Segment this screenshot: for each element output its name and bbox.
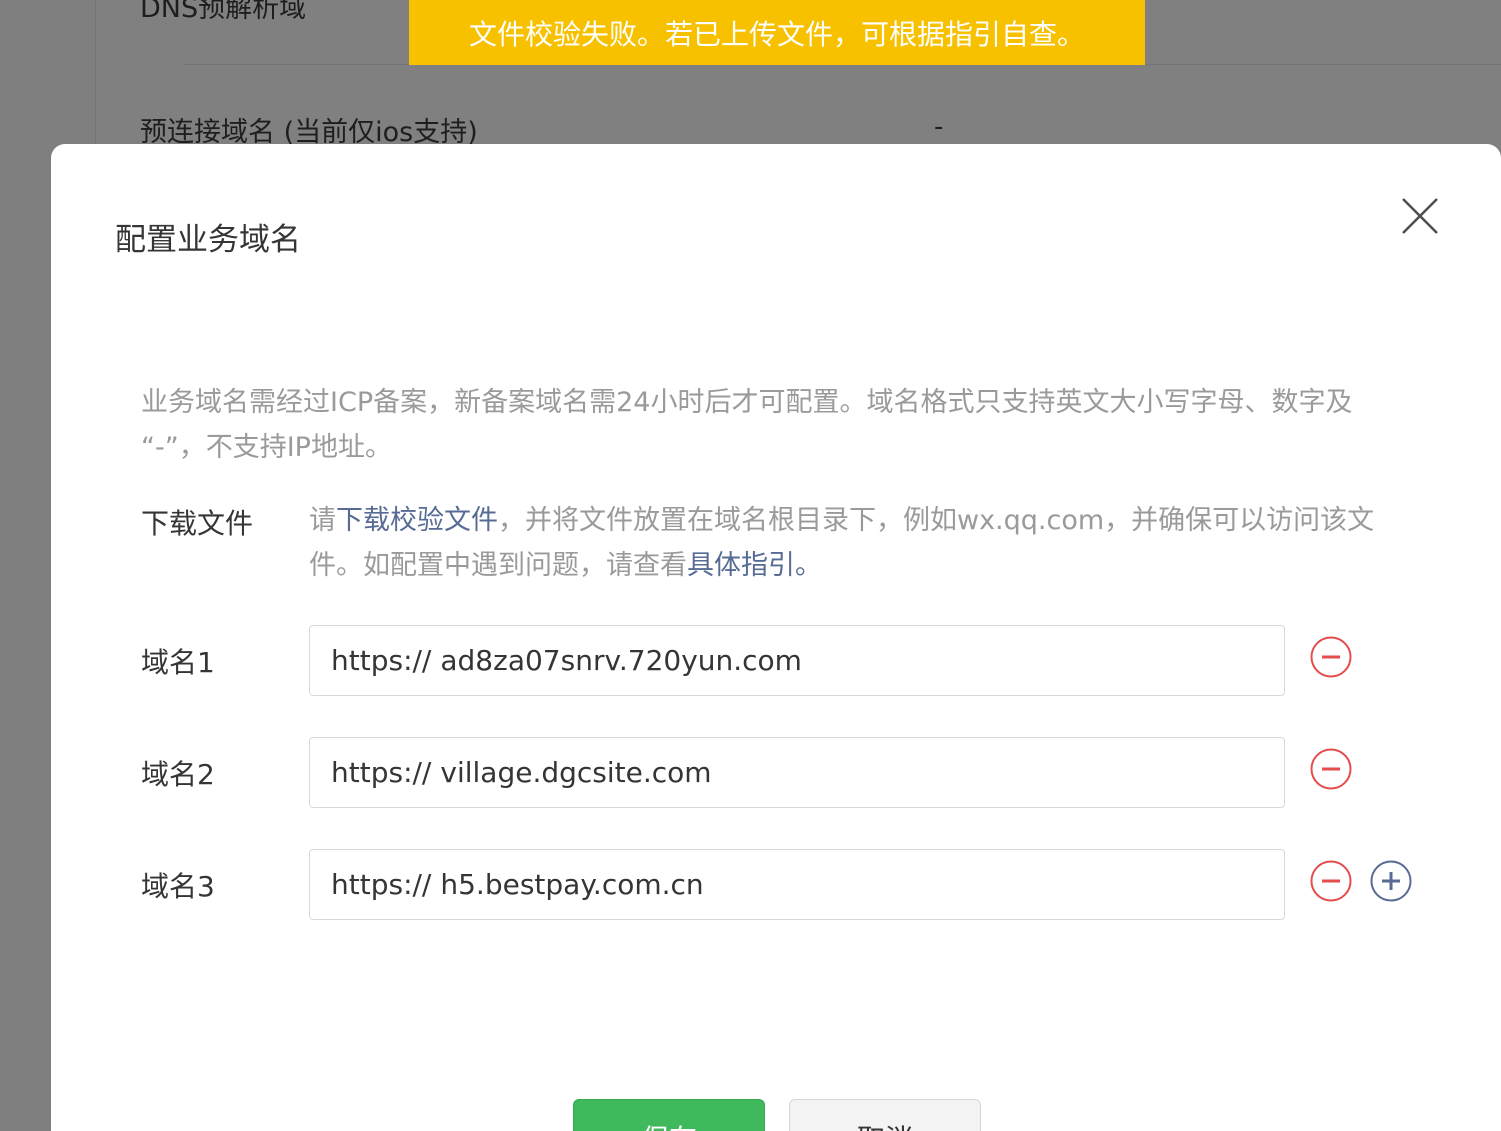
download-text-1: 请 [309,505,336,536]
domain-3-input[interactable] [440,868,1241,901]
domain-notice: 业务域名需经过ICP备案，新备案域名需24小时后才可配置。域名格式只支持英文大小… [141,387,1353,463]
close-icon[interactable] [1400,196,1440,236]
minus-circle-icon[interactable] [1310,748,1352,790]
bg-dns-label: DNS预解析域 [140,0,307,24]
toast-message: 文件校验失败。若已上传文件，可根据指引自查。 [468,17,1085,51]
download-label: 下载文件 [141,507,254,540]
domain-1-field[interactable]: https:// [309,625,1285,696]
dialog-title: 配置业务域名 [115,222,301,258]
cancel-button[interactable]: 取消 [789,1099,981,1131]
domain-3-field[interactable]: https:// [309,849,1285,920]
domain-2-prefix: https:// [331,756,432,789]
domain-3-label: 域名3 [141,870,215,903]
domain-1-prefix: https:// [331,644,432,677]
save-button[interactable]: 保存 [573,1099,765,1131]
download-verify-file-link[interactable]: 下载校验文件 [336,505,498,536]
domain-1-label: 域名1 [141,646,215,679]
bg-preconnect-value: - [934,112,944,142]
domain-1-input[interactable] [440,644,1241,677]
guide-link[interactable]: 具体指引。 [687,550,822,581]
plus-circle-icon[interactable] [1370,860,1412,902]
domain-2-input[interactable] [440,756,1241,789]
error-toast: 文件校验失败。若已上传文件，可根据指引自查。 [409,0,1145,65]
minus-circle-icon[interactable] [1310,860,1352,902]
download-description: 请下载校验文件，并将文件放置在域名根目录下，例如wx.qq.com，并确保可以访… [309,498,1419,588]
minus-circle-icon[interactable] [1310,636,1352,678]
domain-3-prefix: https:// [331,868,432,901]
config-domain-dialog: 配置业务域名 业务域名需经过ICP备案，新备案域名需24小时后才可配置。域名格式… [51,144,1501,1131]
domain-2-label: 域名2 [141,758,215,791]
domain-2-field[interactable]: https:// [309,737,1285,808]
